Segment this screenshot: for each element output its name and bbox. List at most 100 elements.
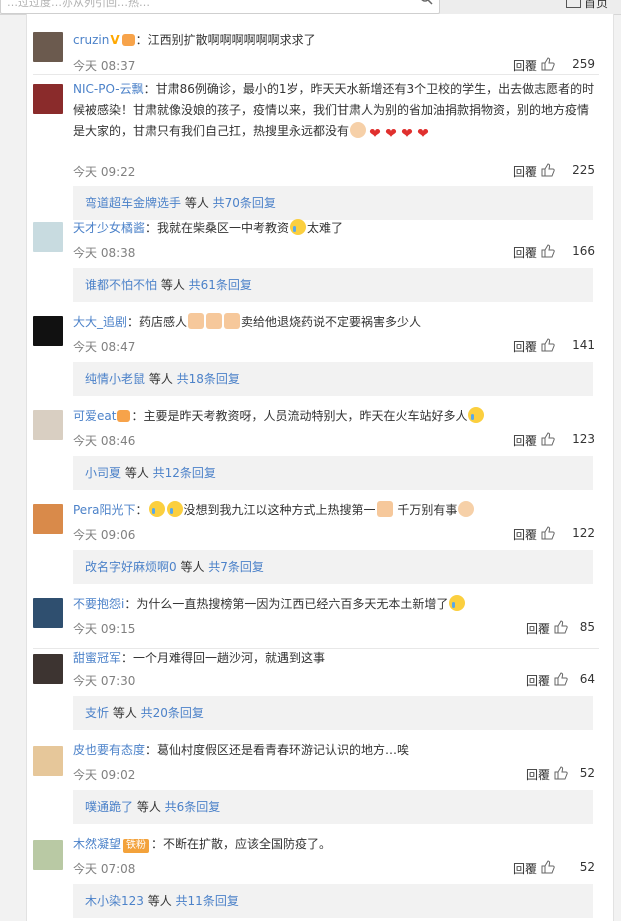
comment-text: ：主要是昨天考教资呀，人员流动特别大，昨天在火车站好多人 — [131, 409, 468, 423]
like-count: 166 — [572, 244, 595, 258]
like-icon[interactable] — [541, 526, 555, 540]
sub-reply-user[interactable]: 小司夏 — [85, 466, 121, 480]
comment-text: ：江西别扩散啊啊啊啊啊啊求求了 — [135, 33, 316, 47]
like-icon[interactable] — [541, 432, 555, 446]
comment-time: 今天 07:30 — [73, 674, 136, 688]
username[interactable]: Pera阳光下 — [73, 503, 135, 517]
sub-replies[interactable]: 支忻 等人 共20条回复 — [73, 696, 593, 730]
sub-replies[interactable]: 谁都不怕不怕 等人 共61条回复 — [73, 268, 593, 302]
username[interactable]: 不要抱怨i — [73, 597, 124, 611]
sub-replies[interactable]: 改名字好麻烦啊0 等人 共7条回复 — [73, 550, 593, 584]
sub-replies[interactable]: 噗通跪了 等人 共6条回复 — [73, 790, 593, 824]
avatar[interactable] — [33, 32, 63, 62]
avatar[interactable] — [33, 222, 63, 252]
crying-emoji-icon — [468, 407, 485, 423]
username[interactable]: cruzin — [73, 33, 109, 47]
like-icon[interactable] — [554, 672, 568, 686]
username[interactable]: 天才少女橘酱 — [73, 221, 145, 235]
crying-emoji-icon — [449, 595, 466, 611]
sub-reply-count[interactable]: 共7条回复 — [208, 560, 264, 574]
sub-reply-count[interactable]: 共11条回复 — [176, 894, 239, 908]
like-icon[interactable] — [541, 338, 555, 352]
crying-emoji-icon — [148, 501, 165, 517]
sub-replies[interactable]: 弯道超车金牌选手 等人 共70条回复 — [73, 186, 593, 220]
comment-meta: 今天 09:22 回覆 225 — [73, 163, 595, 179]
reply-button[interactable]: 回覆 — [513, 432, 537, 449]
sub-reply-user[interactable]: 改名字好麻烦啊0 — [85, 560, 177, 574]
like-icon[interactable] — [541, 860, 555, 874]
like-count: 52 — [579, 860, 595, 874]
reply-button[interactable]: 回覆 — [513, 57, 537, 74]
sub-reply-count[interactable]: 共20条回复 — [141, 706, 204, 720]
home-icon — [566, 0, 581, 8]
comment-time: 今天 09:15 — [73, 622, 136, 636]
username[interactable]: 木然凝望 — [73, 837, 121, 851]
sub-replies[interactable]: 纯情小老鼠 等人 共18条回复 — [73, 362, 593, 396]
crying-emoji-icon — [166, 501, 183, 517]
comment-time: 今天 08:46 — [73, 434, 136, 448]
like-count: 64 — [579, 672, 595, 686]
search-icon[interactable] — [419, 0, 433, 5]
avatar[interactable] — [33, 654, 63, 684]
reply-button[interactable]: 回覆 — [526, 672, 550, 689]
verified-badge-icon: V — [110, 33, 120, 47]
like-icon[interactable] — [541, 163, 555, 177]
avatar[interactable] — [33, 84, 63, 114]
like-icon[interactable] — [554, 766, 568, 780]
comment-text: ：药店感人 — [127, 315, 188, 329]
username[interactable]: NIC-PO-云飘 — [73, 82, 144, 96]
broken-heart-icon: ❤ — [401, 126, 413, 142]
comment-text: ：不断在扩散，应该全国防疫了。 — [151, 837, 332, 851]
reply-button[interactable]: 回覆 — [513, 163, 537, 180]
like-count: 85 — [579, 620, 595, 634]
reply-button[interactable]: 回覆 — [513, 244, 537, 261]
sub-reply-count[interactable]: 共18条回复 — [177, 372, 240, 386]
sub-reply-count[interactable]: 共12条回复 — [153, 466, 216, 480]
avatar[interactable] — [33, 840, 63, 870]
username[interactable]: 大大_追剧 — [73, 315, 127, 329]
username[interactable]: 可爱eat — [73, 409, 116, 423]
comment-time: 今天 08:37 — [73, 59, 136, 73]
figure-emoji-icon — [376, 501, 393, 517]
thumbs-up-emoji-icon — [224, 313, 241, 329]
reply-button[interactable]: 回覆 — [513, 526, 537, 543]
like-icon[interactable] — [554, 620, 568, 634]
comment-text: ：一个月难得回一趟沙河，就遇到这事 — [121, 651, 326, 665]
reply-button[interactable]: 回覆 — [513, 860, 537, 877]
sub-reply-count[interactable]: 共61条回复 — [189, 278, 252, 292]
sub-reply-user[interactable]: 噗通跪了 — [85, 800, 133, 814]
reply-button[interactable]: 回覆 — [526, 620, 550, 637]
sub-reply-count[interactable]: 共70条回复 — [213, 196, 276, 210]
comment-meta: 今天 08:47 回覆 141 — [73, 338, 595, 354]
home-link[interactable]: 首页 — [566, 0, 608, 11]
reply-button[interactable]: 回覆 — [513, 338, 537, 355]
like-count: 141 — [572, 338, 595, 352]
avatar[interactable] — [33, 598, 63, 628]
sub-reply-user[interactable]: 支忻 — [85, 706, 109, 720]
username[interactable]: 甜蜜冠军 — [73, 651, 121, 665]
fan-badge: 铁粉 — [123, 839, 150, 853]
like-count: 225 — [572, 163, 595, 177]
comment-time: 今天 08:38 — [73, 246, 136, 260]
avatar[interactable] — [33, 504, 63, 534]
avatar[interactable] — [33, 746, 63, 776]
sub-reply-user[interactable]: 木小染123 — [85, 894, 144, 908]
like-icon[interactable] — [541, 244, 555, 258]
username[interactable]: 皮也要有态度 — [73, 743, 145, 757]
reply-button[interactable]: 回覆 — [526, 766, 550, 783]
top-bar: …过过度…亦从列引回…热… 首页 — [0, 0, 621, 15]
divider — [33, 74, 599, 75]
sub-reply-user[interactable]: 弯道超车金牌选手 — [85, 196, 181, 210]
sub-reply-user[interactable]: 纯情小老鼠 — [85, 372, 145, 386]
broken-heart-icon: ❤ — [369, 126, 381, 142]
sub-reply-count[interactable]: 共6条回复 — [165, 800, 221, 814]
like-count: 123 — [572, 432, 595, 446]
sub-reply-user[interactable]: 谁都不怕不怕 — [85, 278, 157, 292]
like-icon[interactable] — [541, 57, 555, 71]
avatar[interactable] — [33, 316, 63, 346]
sub-replies[interactable]: 木小染123 等人 共11条回复 — [73, 884, 593, 918]
search-input[interactable]: …过过度…亦从列引回…热… — [0, 0, 440, 14]
sub-replies[interactable]: 小司夏 等人 共12条回复 — [73, 456, 593, 490]
avatar[interactable] — [33, 410, 63, 440]
member-crown-icon — [121, 34, 135, 46]
